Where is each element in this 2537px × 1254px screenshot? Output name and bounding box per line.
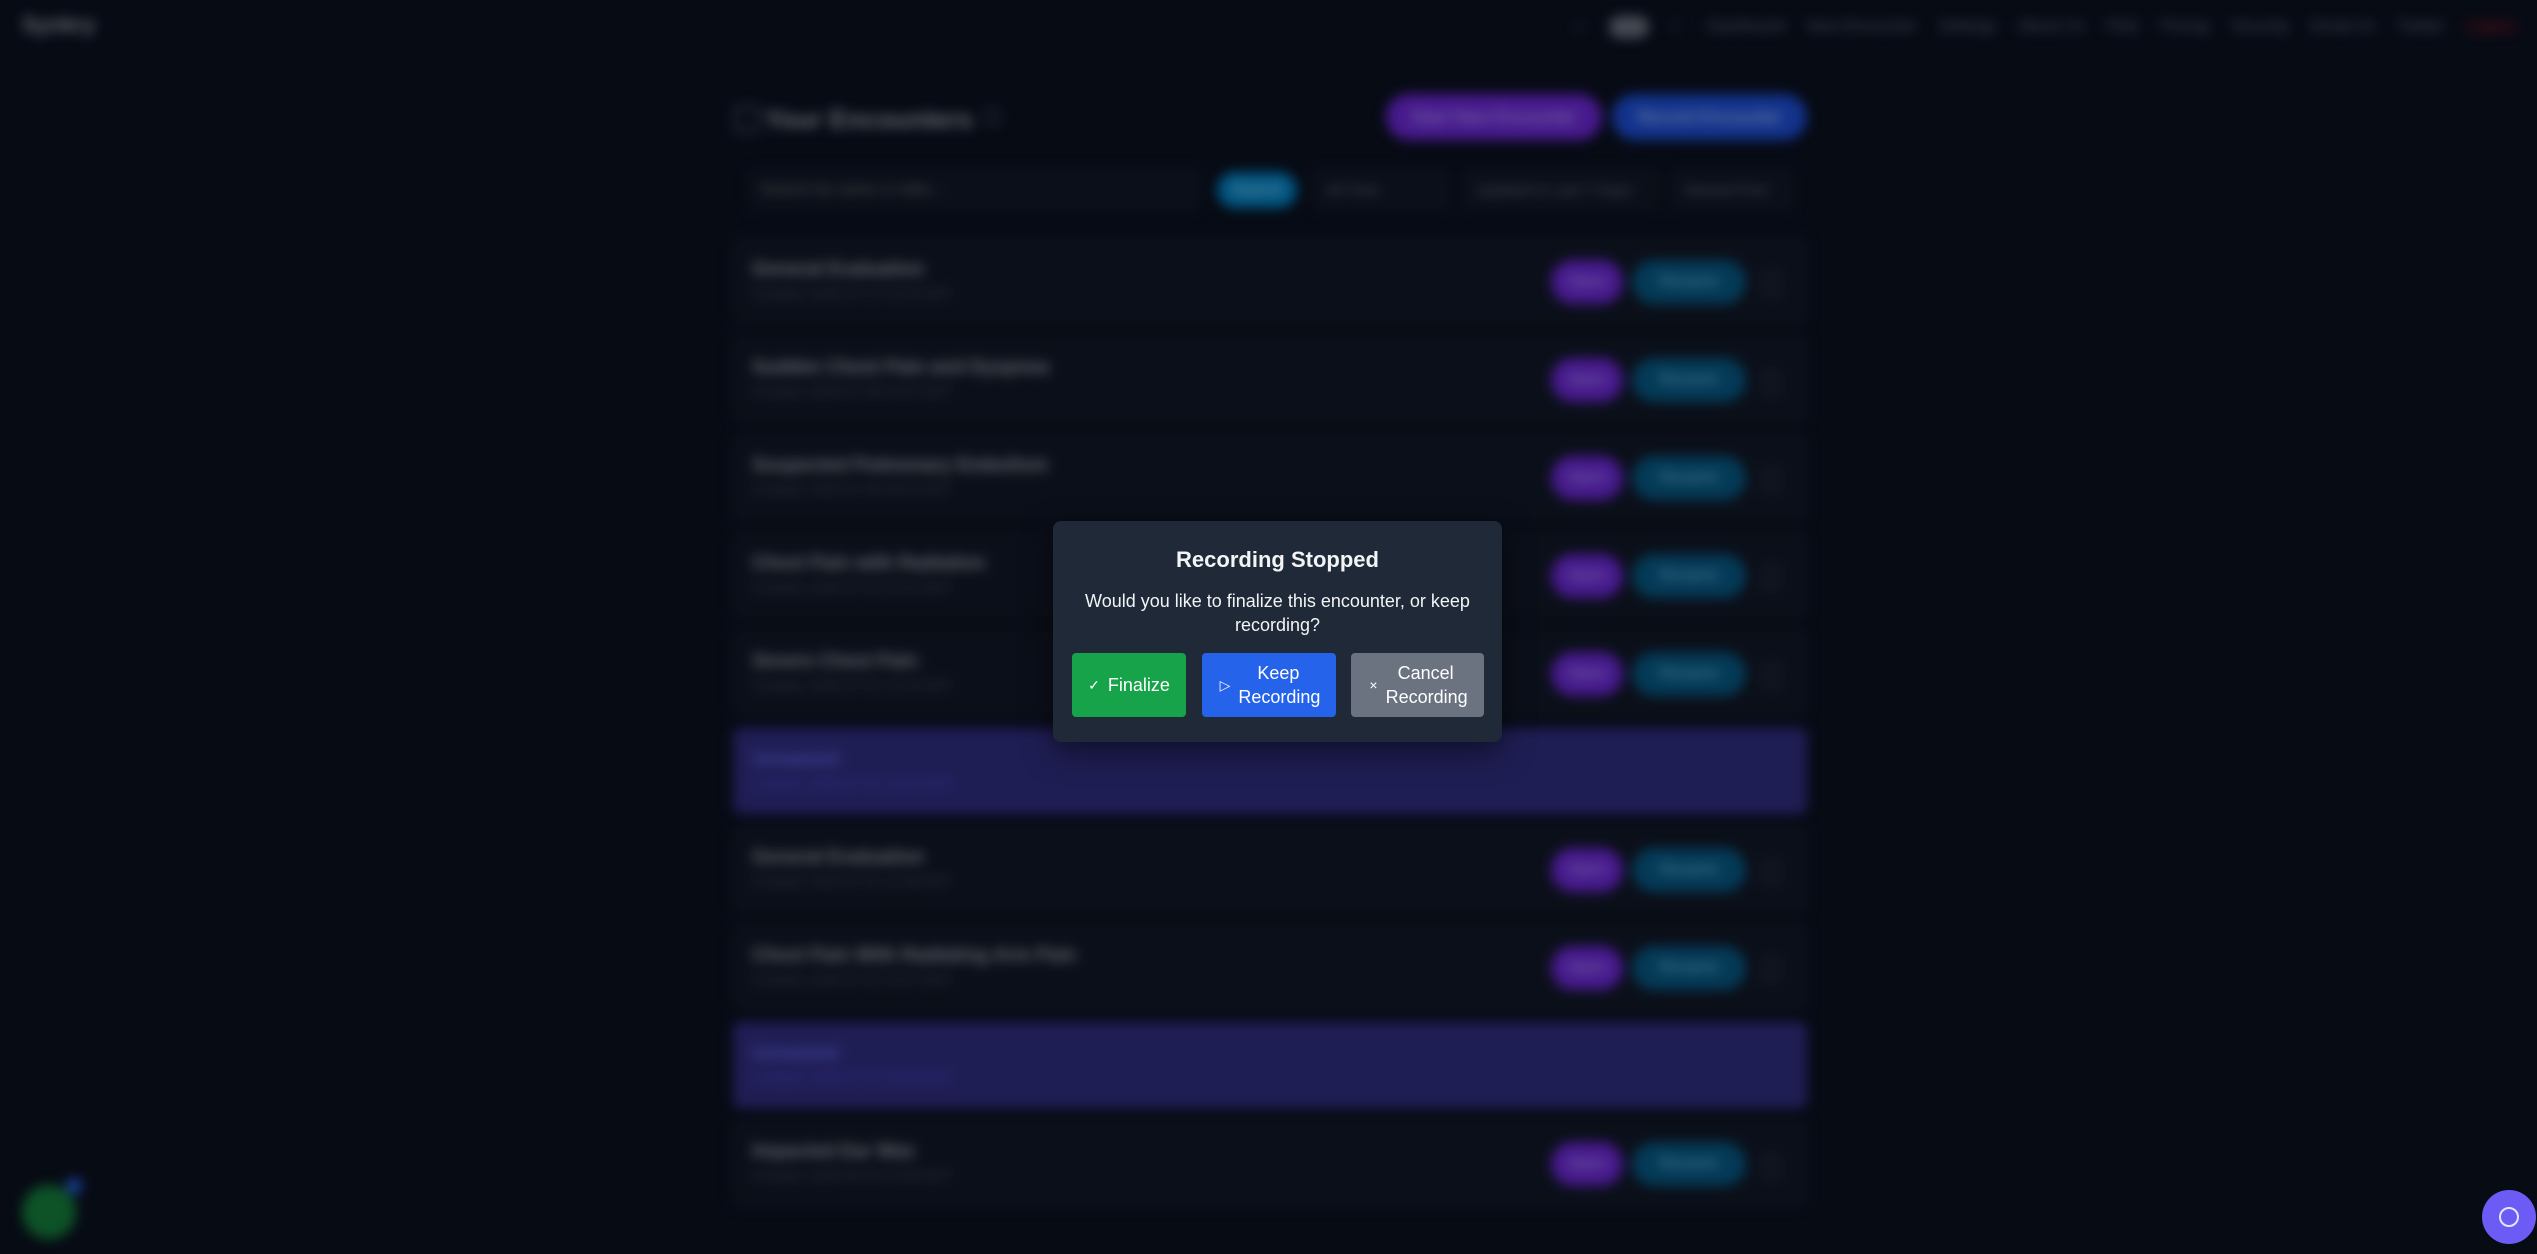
dialog-message: Would you like to finalize this encounte… — [1085, 591, 1470, 635]
cancel-recording-button[interactable]: × Cancel Recording — [1351, 653, 1484, 717]
finalize-button[interactable]: ✓ Finalize — [1072, 653, 1186, 717]
cancel-recording-label: Cancel Recording — [1385, 663, 1468, 707]
assistant-fab[interactable] — [2482, 1190, 2536, 1244]
keep-recording-label: Keep Recording — [1238, 663, 1321, 707]
check-icon: ✓ — [1088, 677, 1100, 693]
close-icon: × — [1369, 677, 1378, 693]
recording-stopped-dialog: Recording Stopped Would you like to fina… — [1053, 521, 1502, 742]
dialog-title: Recording Stopped — [1176, 547, 1379, 572]
play-icon: ▷ — [1219, 677, 1231, 693]
chat-bubble-icon — [2499, 1207, 2519, 1227]
finalize-label: Finalize — [1107, 675, 1170, 695]
keep-recording-button[interactable]: ▷ Keep Recording — [1202, 653, 1336, 717]
